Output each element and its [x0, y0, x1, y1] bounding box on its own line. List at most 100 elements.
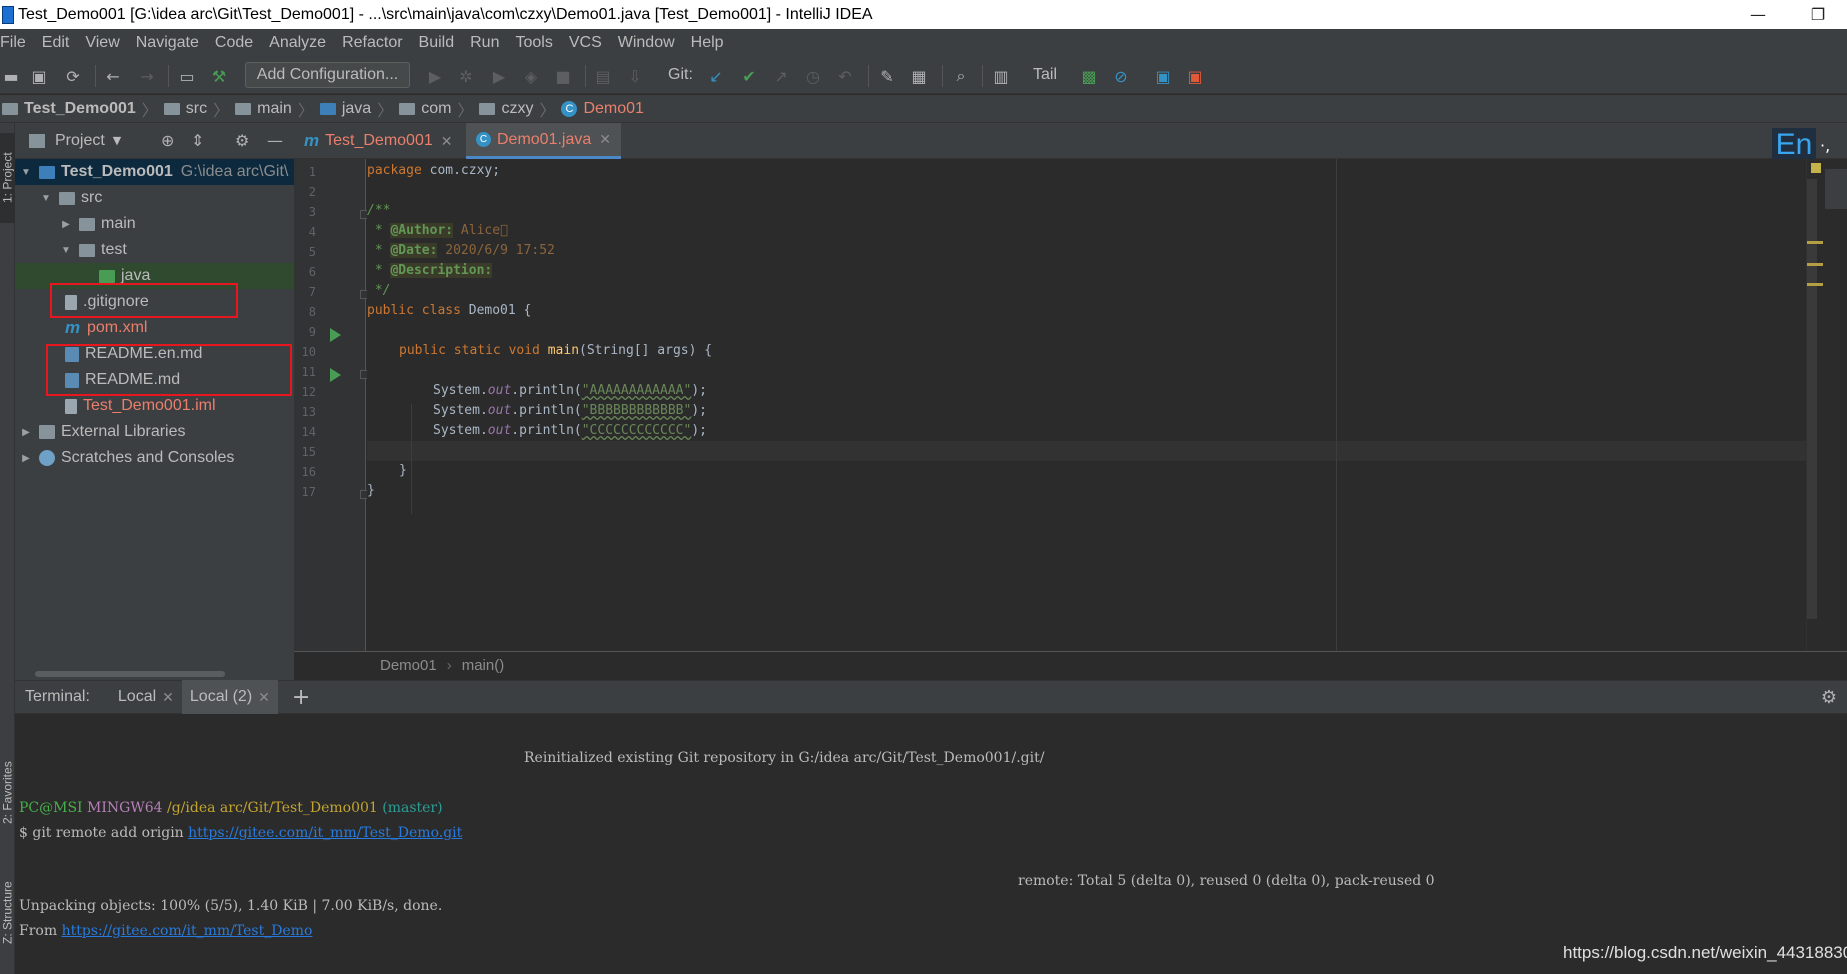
tree-item-root[interactable]: ▼ Test_Demo001 G:\idea arc\Git\	[15, 159, 294, 185]
add-configuration-button[interactable]: Add Configuration...	[245, 62, 410, 88]
menu-navigate[interactable]: Navigate	[128, 34, 207, 52]
tab-test-demo001[interactable]: m Test_Demo001 ✕	[294, 123, 462, 159]
menu-analyze[interactable]: Analyze	[261, 34, 334, 52]
tree-item-iml[interactable]: Test_Demo001.iml	[15, 393, 294, 419]
tab-demo01-java[interactable]: C Demo01.java ✕	[466, 123, 622, 159]
breadcrumb-class-demo01[interactable]: Demo01	[380, 657, 437, 674]
settings-wrench-icon[interactable]: ✎	[876, 65, 898, 87]
git-update-icon[interactable]: ↙	[705, 65, 727, 87]
project-structure-icon[interactable]: ▦	[908, 65, 930, 87]
menu-refactor[interactable]: Refactor	[334, 34, 410, 52]
close-icon[interactable]: ✕	[162, 689, 174, 706]
chevron-down-icon[interactable]: ▼	[59, 245, 73, 256]
statistic-icon[interactable]: ▩	[1078, 65, 1100, 87]
gear-icon[interactable]: ⚙	[235, 131, 249, 150]
run-anything-icon[interactable]: ▥	[990, 65, 1012, 87]
hide-panel-icon[interactable]: —	[267, 131, 283, 150]
open-folder-icon[interactable]: ▬	[0, 65, 22, 87]
debug-icon[interactable]: ✲	[455, 65, 477, 87]
menu-tools[interactable]: Tools	[507, 34, 560, 52]
close-icon[interactable]: ✕	[599, 131, 611, 148]
inspection-status-icon[interactable]	[1811, 163, 1821, 173]
project-tool-tab[interactable]: 1: Project	[0, 133, 15, 223]
chevron-down-icon[interactable]: ▼	[19, 167, 33, 178]
profile-icon[interactable]: ◈	[520, 65, 542, 87]
locate-target-icon[interactable]: ⊕	[161, 131, 174, 150]
close-icon[interactable]: ✕	[441, 133, 453, 150]
menu-file[interactable]: File	[0, 34, 34, 52]
translate-icon[interactable]: ▣	[1152, 65, 1174, 87]
minimize-button[interactable]: —	[1735, 0, 1781, 29]
warning-stripe[interactable]	[1807, 241, 1823, 244]
breadcrumb-demo01[interactable]: C Demo01	[561, 100, 644, 118]
menu-help[interactable]: Help	[683, 34, 732, 52]
maximize-button[interactable]: ❐	[1795, 0, 1841, 29]
menu-window[interactable]: Window	[610, 34, 683, 52]
remote-url-link[interactable]: https://gitee.com/it_mm/Test_Demo.git	[188, 825, 462, 841]
chevron-right-icon[interactable]: ▶	[59, 219, 73, 230]
run-class-gutter-icon[interactable]	[330, 328, 341, 342]
save-icon[interactable]: ▣	[28, 65, 50, 87]
stop-icon[interactable]: ■	[552, 65, 574, 87]
run-icon[interactable]: ▶	[424, 65, 446, 87]
chevron-right-icon[interactable]: ▶	[19, 427, 33, 438]
terminal-tab-local[interactable]: Local ✕	[110, 680, 182, 714]
tail-label[interactable]: Tail	[1033, 66, 1057, 84]
code-editor[interactable]: package com.czxy; /** * @Author: Alice  …	[367, 159, 1807, 651]
translate-alt-icon[interactable]: ▣	[1184, 65, 1206, 87]
from-url-link[interactable]: https://gitee.com/it_mm/Test_Demo	[62, 923, 313, 939]
chevron-down-icon[interactable]: ▼	[39, 193, 53, 204]
tree-item-test[interactable]: ▼ test	[15, 237, 294, 263]
no-entry-icon[interactable]: ⊘	[1110, 65, 1132, 87]
breadcrumb-main[interactable]: main 〉	[235, 97, 320, 121]
sync-icon[interactable]: ⟳	[62, 65, 84, 87]
tree-item-pom[interactable]: m pom.xml	[15, 315, 294, 341]
terminal-tab-local-2[interactable]: Local (2) ✕	[181, 680, 278, 714]
close-icon[interactable]: ✕	[258, 689, 270, 706]
vcs-download-icon[interactable]: ⇩	[624, 65, 646, 87]
menu-code[interactable]: Code	[207, 34, 261, 52]
tree-item-scratches[interactable]: ▶ Scratches and Consoles	[15, 445, 294, 471]
breadcrumb-czxy[interactable]: czxy 〉	[479, 97, 561, 121]
scrollbar-track[interactable]	[1807, 179, 1817, 619]
git-push-icon[interactable]: ↗	[770, 65, 792, 87]
terminal-output[interactable]: Reinitialized existing Git repository in…	[15, 714, 1847, 974]
chevron-down-icon[interactable]: ▼	[113, 134, 121, 147]
breadcrumb-project[interactable]: Test_Demo001 〉	[2, 97, 164, 121]
tree-item-external-libraries[interactable]: ▶ External Libraries	[15, 419, 294, 445]
search-icon[interactable]: ⌕	[950, 65, 972, 87]
back-icon[interactable]: ←	[102, 65, 124, 87]
git-commit-icon[interactable]: ✔	[738, 65, 760, 87]
terminal-window-icon[interactable]: ▭	[176, 65, 198, 87]
run-main-gutter-icon[interactable]	[330, 368, 341, 382]
gear-icon[interactable]: ⚙	[1821, 687, 1837, 708]
forward-icon[interactable]: →	[136, 65, 158, 87]
git-rollback-icon[interactable]: ↶	[834, 65, 856, 87]
new-terminal-plus-icon[interactable]: +	[292, 685, 310, 710]
menu-vcs[interactable]: VCS	[561, 34, 610, 52]
editor-vertical-scrollbar[interactable]	[1806, 159, 1847, 651]
breadcrumb-com[interactable]: com 〉	[399, 97, 479, 121]
menu-build[interactable]: Build	[411, 34, 463, 52]
collapse-all-icon[interactable]: ⇕	[191, 131, 204, 150]
build-hammer-icon[interactable]: ⚒	[208, 65, 230, 87]
project-panel-title[interactable]: Project	[55, 132, 105, 150]
tree-item-src[interactable]: ▼ src	[15, 185, 294, 211]
structure-tool-tab[interactable]: Z: Structure	[0, 863, 15, 963]
warning-stripe[interactable]	[1807, 283, 1823, 286]
vcs-update-icon[interactable]: ▤	[592, 65, 614, 87]
menu-view[interactable]: View	[77, 34, 127, 52]
scrollbar-thumb[interactable]	[35, 671, 225, 677]
project-tree-horizontal-scrollbar[interactable]	[15, 668, 294, 680]
chevron-right-icon[interactable]: ▶	[19, 453, 33, 464]
run-coverage-icon[interactable]: ▶	[488, 65, 510, 87]
favorites-tool-tab[interactable]: 2: Favorites	[0, 743, 15, 843]
warning-stripe[interactable]	[1807, 263, 1823, 266]
breadcrumb-method-main[interactable]: main()	[462, 657, 505, 674]
git-history-icon[interactable]: ◷	[802, 65, 824, 87]
menu-run[interactable]: Run	[462, 34, 507, 52]
menu-edit[interactable]: Edit	[34, 34, 78, 52]
breadcrumb-src[interactable]: src 〉	[163, 97, 235, 121]
breadcrumb-java[interactable]: java 〉	[319, 97, 399, 121]
tree-item-main[interactable]: ▶ main	[15, 211, 294, 237]
